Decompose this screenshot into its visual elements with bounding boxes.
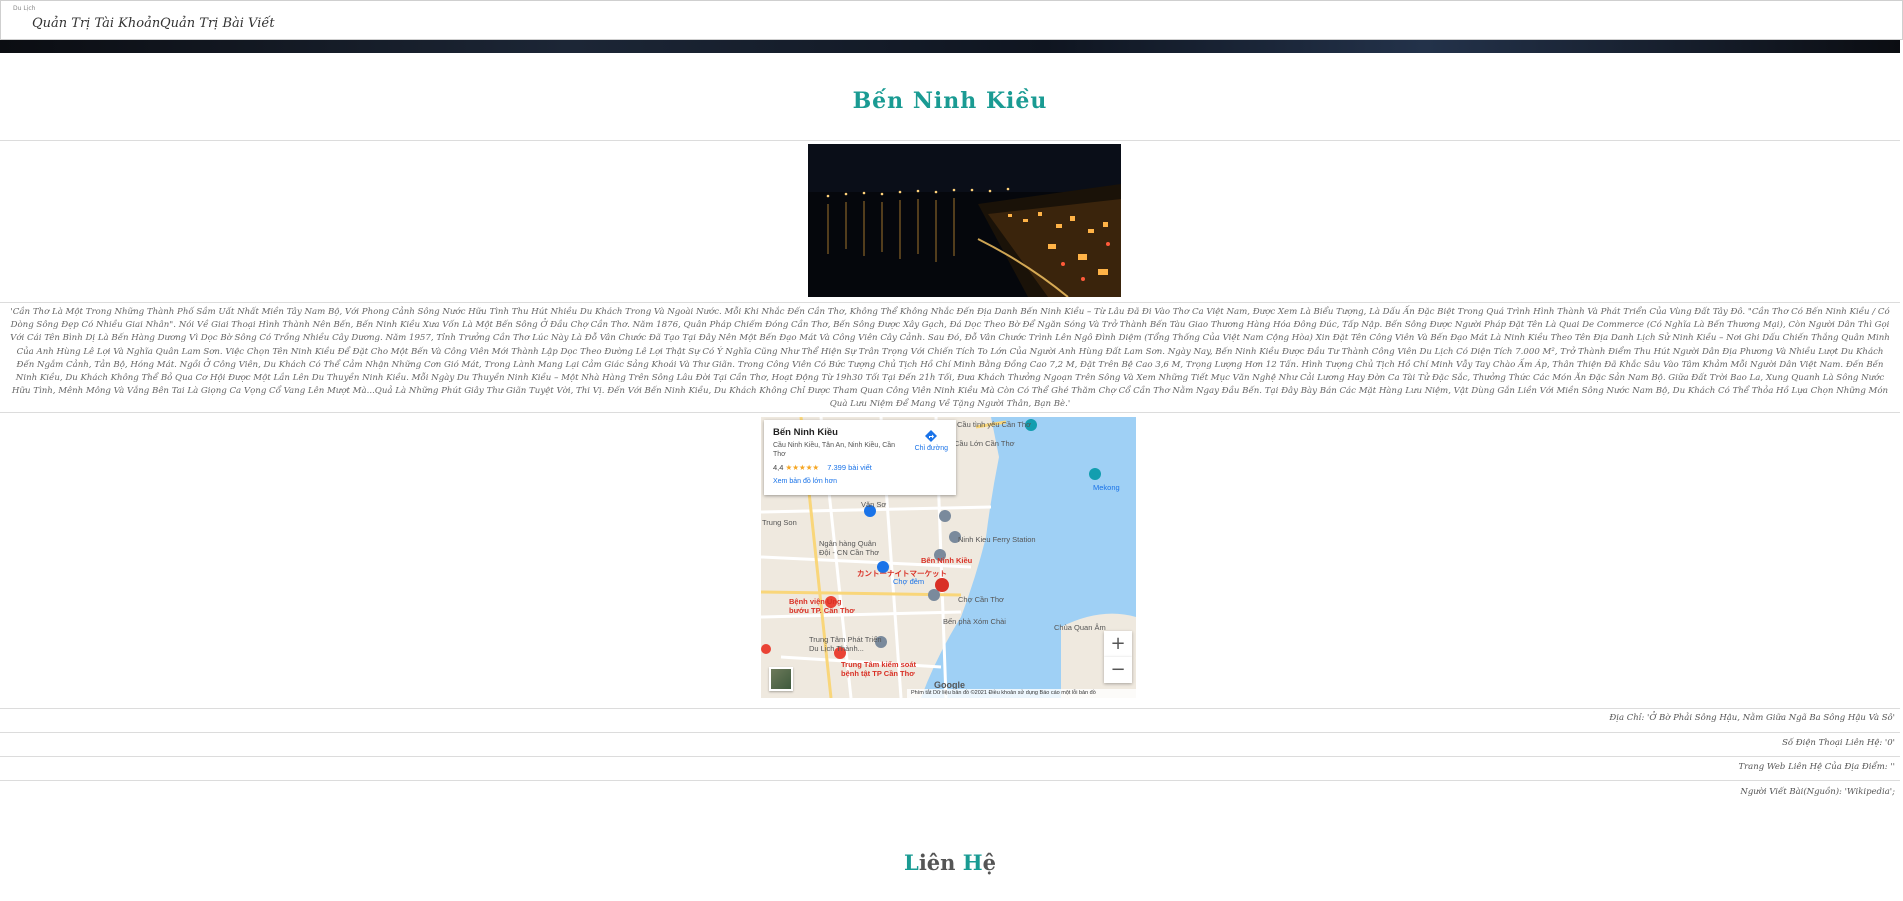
night-harbor-image [808, 144, 1121, 297]
map-info-card: Bến Ninh Kiều Cầu Ninh Kiều, Tân An, Nin… [764, 420, 956, 495]
map-label-mekong[interactable]: Mekong [1093, 483, 1120, 492]
map-label-disease-control[interactable]: Trung Tâm kiểm soát bệnh tật TP Cần Thơ [841, 660, 933, 678]
view-larger-map-link[interactable]: Xem bản đồ lớn hơn [773, 478, 947, 485]
directions-button[interactable]: Chỉ đường [915, 430, 948, 452]
map-label-ferry[interactable]: Ninh Kieu Ferry Station [958, 535, 1036, 544]
divider [0, 780, 1900, 781]
nav-manage-posts[interactable]: Quản Trị Bài Viết [160, 16, 275, 31]
contact-heading: Liên Hệ [0, 850, 1900, 875]
info-author: Người Viết Bài(Nguồn): 'Wikipedia'; [1740, 787, 1895, 797]
zoom-out-button[interactable]: − [1104, 657, 1132, 683]
embedded-map[interactable]: Mekong Ninh Kieu Ferry Station Bến Ninh … [761, 417, 1136, 698]
divider [0, 732, 1900, 733]
contact-heading-tail: ệ [982, 850, 996, 875]
map-card-address: Cầu Ninh Kiều, Tân An, Ninh Kiều, Cần Th… [773, 442, 896, 458]
map-label-van-so[interactable]: Văn Sơ [861, 500, 886, 509]
map-card-rating: 4,4 ★★★★★ 7.399 bài viết [773, 463, 947, 472]
contact-heading-initial: L [904, 850, 919, 875]
contact-heading-part: iên [918, 850, 963, 875]
divider [0, 412, 1900, 413]
map-label-bank[interactable]: Ngân hàng Quân Đội - CN Cần Thơ [819, 539, 889, 557]
directions-icon [925, 430, 938, 442]
info-website: Trang Web Liên Hệ Của Địa Điểm: '' [1738, 762, 1895, 772]
divider [0, 756, 1900, 757]
map-label-tourism-center[interactable]: Trung Tâm Phát Triển Du Lịch Thành... [809, 635, 889, 653]
map-label-ninh-kieu[interactable]: Bến Ninh Kiều [921, 556, 972, 565]
map-label-quan-am[interactable]: Chùa Quan Âm [1054, 623, 1106, 632]
divider [0, 302, 1900, 303]
map-label-hospital[interactable]: Bệnh viện Ung bướu TP. Cần Thơ [789, 597, 861, 615]
map-label-love-bridge[interactable]: Cầu tình yêu Cần Thơ [957, 420, 1031, 429]
map-label-xom-chai[interactable]: Bến phà Xóm Chài [943, 617, 1006, 626]
map-footer-links[interactable]: Phím tắt Dữ liệu bản đồ ©2021 Điều khoản… [907, 689, 1136, 698]
map-label-cho-can-tho[interactable]: Chợ Cần Thơ [958, 595, 1004, 604]
rating-stars-icon: ★★★★★ [785, 463, 820, 472]
reviews-link[interactable]: 7.399 bài viết [827, 463, 872, 472]
divider [0, 708, 1900, 709]
rating-value: 4,4 [773, 463, 784, 472]
satellite-toggle-button[interactable] [769, 667, 793, 691]
nav-manage-accounts[interactable]: Quản Trị Tài Khoản [32, 16, 160, 31]
header-banner-image [0, 40, 1900, 53]
map-label-lon-bridge[interactable]: Cầu Lớn Cần Thơ [954, 439, 1015, 448]
place-description: 'Cần Thơ Là Một Trong Những Thành Phố Sầ… [10, 307, 1890, 410]
page-title: Bến Ninh Kiều [852, 88, 1048, 114]
info-address: Địa Chỉ: 'Ở Bờ Phải Sông Hậu, Nằm Giữa N… [1609, 713, 1895, 723]
place-photo [808, 144, 1121, 297]
contact-heading-initial-2: H [962, 850, 983, 875]
directions-label: Chỉ đường [914, 445, 948, 452]
divider [0, 140, 1900, 141]
brand-logo[interactable]: Du Lịch [13, 5, 35, 12]
top-navbar: Du Lịch Quản Trị Tài Khoản Quản Trị Bài … [0, 0, 1903, 40]
map-label-trung-son[interactable]: Trung Son [762, 518, 797, 527]
info-phone: Số Điện Thoại Liên Hệ: '0' [1782, 738, 1895, 748]
zoom-in-button[interactable]: + [1104, 631, 1132, 657]
map-label-night-market-vn[interactable]: Chợ đêm [893, 577, 924, 586]
